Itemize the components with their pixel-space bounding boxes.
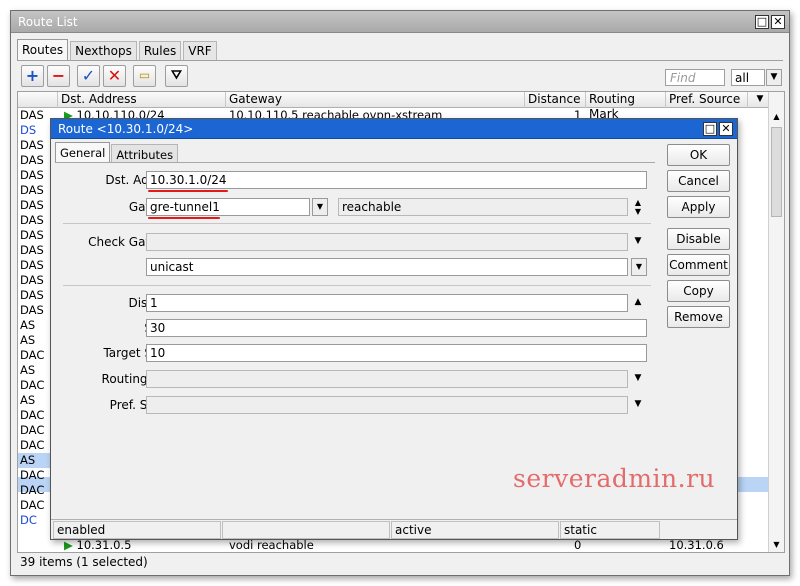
comment-icon[interactable]: ▭ — [133, 65, 156, 87]
chevron-down-icon[interactable]: ▼ — [766, 69, 782, 86]
row-pref-source[interactable]: 10.31.0.6 — [669, 538, 724, 552]
tab-rules[interactable]: Rules — [138, 41, 182, 61]
chevron-down-icon[interactable]: ▼ — [631, 396, 645, 412]
column-flags[interactable] — [18, 92, 58, 108]
add-icon[interactable]: + — [21, 65, 44, 87]
window-tabs: Routes Nexthops Rules VRF — [17, 39, 219, 61]
status-active: active — [391, 521, 559, 539]
watermark-text: serveradmin.ru — [513, 464, 716, 493]
dst-address-input[interactable]: 10.30.1.0/24 — [146, 171, 647, 189]
scroll-thumb[interactable] — [771, 127, 782, 217]
distance-input[interactable]: 1 — [146, 294, 628, 312]
type-select[interactable]: unicast — [146, 258, 628, 276]
disable-button[interactable]: Disable — [667, 228, 730, 250]
column-chooser-icon[interactable]: ▼ — [748, 92, 770, 108]
close-icon[interactable]: ✕ — [719, 122, 733, 136]
column-dst-address[interactable]: Dst. Address — [58, 92, 226, 108]
column-gateway[interactable]: Gateway — [226, 92, 525, 108]
maximize-icon[interactable]: □ — [755, 15, 769, 29]
row-dst-address[interactable]: ▶ 10.31.0.5 — [64, 538, 132, 552]
dialog-tabs: General Attributes — [55, 142, 179, 163]
type-dropdown-icon[interactable]: ▼ — [631, 258, 647, 276]
comment-button[interactable]: Comment — [667, 254, 730, 276]
table-scrollbar[interactable]: ▲ ▼ — [768, 92, 784, 552]
gateway-state: reachable — [338, 198, 628, 216]
column-pref-source[interactable]: Pref. Source — [666, 92, 748, 108]
dialog-titlebar[interactable]: Route <10.30.1.0/24> □ ✕ — [51, 119, 737, 139]
close-icon[interactable]: ✕ — [771, 15, 785, 29]
remove-icon[interactable]: − — [47, 65, 70, 87]
chevron-down-icon[interactable]: ▼ — [631, 370, 645, 386]
target-scope-input[interactable]: 10 — [146, 344, 647, 362]
find-input[interactable]: Find — [665, 69, 725, 86]
tab-vrf[interactable]: VRF — [183, 41, 217, 61]
form-separator — [63, 223, 651, 224]
general-form: Dst. Address: 10.30.1.0/24 Gateway: gre-… — [55, 162, 655, 514]
chevron-down-icon[interactable]: ▼ — [631, 233, 645, 249]
row-gateway[interactable]: vodi reachable — [229, 538, 314, 552]
tab-nexthops[interactable]: Nexthops — [70, 41, 137, 61]
updown-icon[interactable]: ▲ ▼ — [631, 198, 645, 216]
status-bar: 39 items (1 selected) — [20, 555, 148, 569]
remove-button[interactable]: Remove — [667, 306, 730, 328]
highlight-underline — [148, 190, 228, 192]
status-enabled: enabled — [53, 521, 221, 539]
scope-input[interactable]: 30 — [146, 319, 647, 337]
copy-button[interactable]: Copy — [667, 280, 730, 302]
collapse-up-icon[interactable]: ▲ — [631, 294, 645, 310]
gateway-dropdown-icon[interactable]: ▼ — [312, 198, 328, 216]
filter-select[interactable]: all — [731, 69, 765, 86]
active-route-icon: ▶ — [64, 538, 73, 552]
table-header: Dst. Address Gateway Distance Routing Ma… — [18, 92, 784, 121]
highlight-underline — [148, 217, 220, 219]
cancel-button[interactable]: Cancel — [667, 170, 730, 192]
ok-button[interactable]: OK — [667, 144, 730, 166]
column-routing-mark[interactable]: Routing Mark — [586, 92, 666, 121]
tab-attributes[interactable]: Attributes — [111, 144, 179, 163]
row-distance[interactable]: 0 — [574, 538, 581, 552]
enable-check-icon[interactable]: ✓ — [77, 65, 100, 87]
column-distance[interactable]: Distance — [525, 92, 586, 108]
row-dst-value: 10.31.0.5 — [76, 538, 132, 552]
window-titlebar[interactable]: Route List □ ✕ — [11, 11, 789, 33]
disable-x-icon[interactable]: ✕ — [103, 65, 126, 87]
scroll-down-icon[interactable]: ▼ — [769, 538, 784, 552]
filter-icon[interactable]: ⛛ — [165, 65, 188, 87]
pref-source-input[interactable] — [146, 396, 628, 414]
window-title: Route List — [18, 15, 78, 29]
dialog-status-bar: enabled active static — [51, 519, 737, 539]
apply-button[interactable]: Apply — [667, 196, 730, 218]
form-separator — [63, 285, 651, 286]
gateway-input[interactable]: gre-tunnel1 — [146, 198, 310, 216]
routing-mark-input[interactable] — [146, 370, 628, 388]
scroll-up-icon[interactable]: ▲ — [769, 110, 784, 124]
tab-divider — [17, 60, 783, 61]
status-static: static — [560, 521, 660, 539]
tab-general[interactable]: General — [55, 142, 111, 163]
maximize-icon[interactable]: □ — [703, 122, 717, 136]
dialog-title: Route <10.30.1.0/24> — [58, 122, 194, 136]
status-empty — [222, 521, 390, 539]
check-gateway-input[interactable] — [146, 233, 628, 251]
tab-routes[interactable]: Routes — [17, 39, 69, 61]
